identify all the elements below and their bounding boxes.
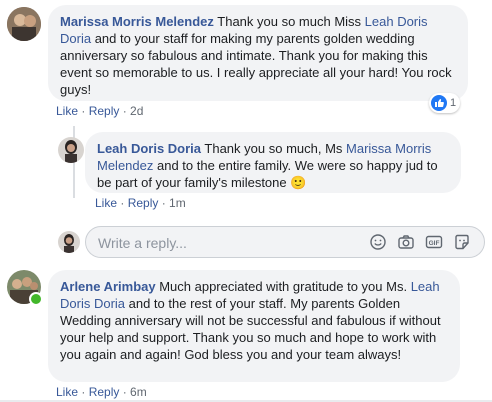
reply-link[interactable]: Reply [89,104,120,118]
comment-bubble-arlene: Arlene Arimbay Much appreciated with gra… [48,270,460,382]
timestamp[interactable]: 6m [130,385,147,399]
reaction-number: 1 [450,97,457,109]
comment-actions: Like · Reply · 1m [95,196,186,210]
like-link[interactable]: Like [56,104,78,118]
comment-author[interactable]: Marissa Morris Melendez [60,14,214,29]
avatar-leah[interactable] [58,137,84,163]
avatar-current-user [58,231,80,253]
avatar-photo [58,137,84,163]
like-reaction-icon [431,95,447,111]
timestamp[interactable]: 2d [130,104,143,118]
gif-icon[interactable]: GIF [425,233,443,251]
comment-author[interactable]: Arlene Arimbay [60,279,156,294]
like-link[interactable]: Like [56,385,78,399]
online-status-indicator [29,292,43,306]
separator: · [119,104,131,118]
avatar-photo [7,7,41,41]
separator: · [78,104,89,118]
timestamp[interactable]: 1m [169,196,186,210]
comment-bubble-marissa: Marissa Morris Melendez Thank you so muc… [48,5,468,101]
sticker-icon[interactable] [453,233,471,251]
like-link[interactable]: Like [95,196,117,210]
avatar-marissa[interactable] [7,7,41,41]
comment-author[interactable]: Leah Doris Doria [97,141,201,156]
reply-link[interactable]: Reply [128,196,159,210]
smiley-emoji: 🙂 [290,175,307,190]
separator: · [117,196,128,210]
separator: · [158,196,170,210]
comment-text: Thank you so much Miss [213,14,365,29]
reaction-count[interactable]: 1 [429,93,461,113]
comment-text: Much appreciated with gratitude to you M… [155,279,411,294]
svg-text:GIF: GIF [429,240,440,247]
avatar-photo [58,231,80,253]
reply-placeholder: Write a reply... [98,235,187,251]
separator: · [119,385,131,399]
comment-actions: Like · Reply · 6m [56,385,147,399]
separator: · [78,385,89,399]
comment-text: Thank you so much, Ms [201,141,347,156]
smiley-icon[interactable] [369,233,387,251]
camera-icon[interactable] [397,233,415,251]
comment-actions: Like · Reply · 2d [56,104,143,118]
reply-link[interactable]: Reply [89,385,120,399]
comment-bubble-leah: Leah Doris Doria Thank you so much, Ms M… [85,132,461,193]
reply-input[interactable]: Write a reply... GIF [85,226,485,258]
comment-text: and to your staff for making my parents … [60,31,452,97]
